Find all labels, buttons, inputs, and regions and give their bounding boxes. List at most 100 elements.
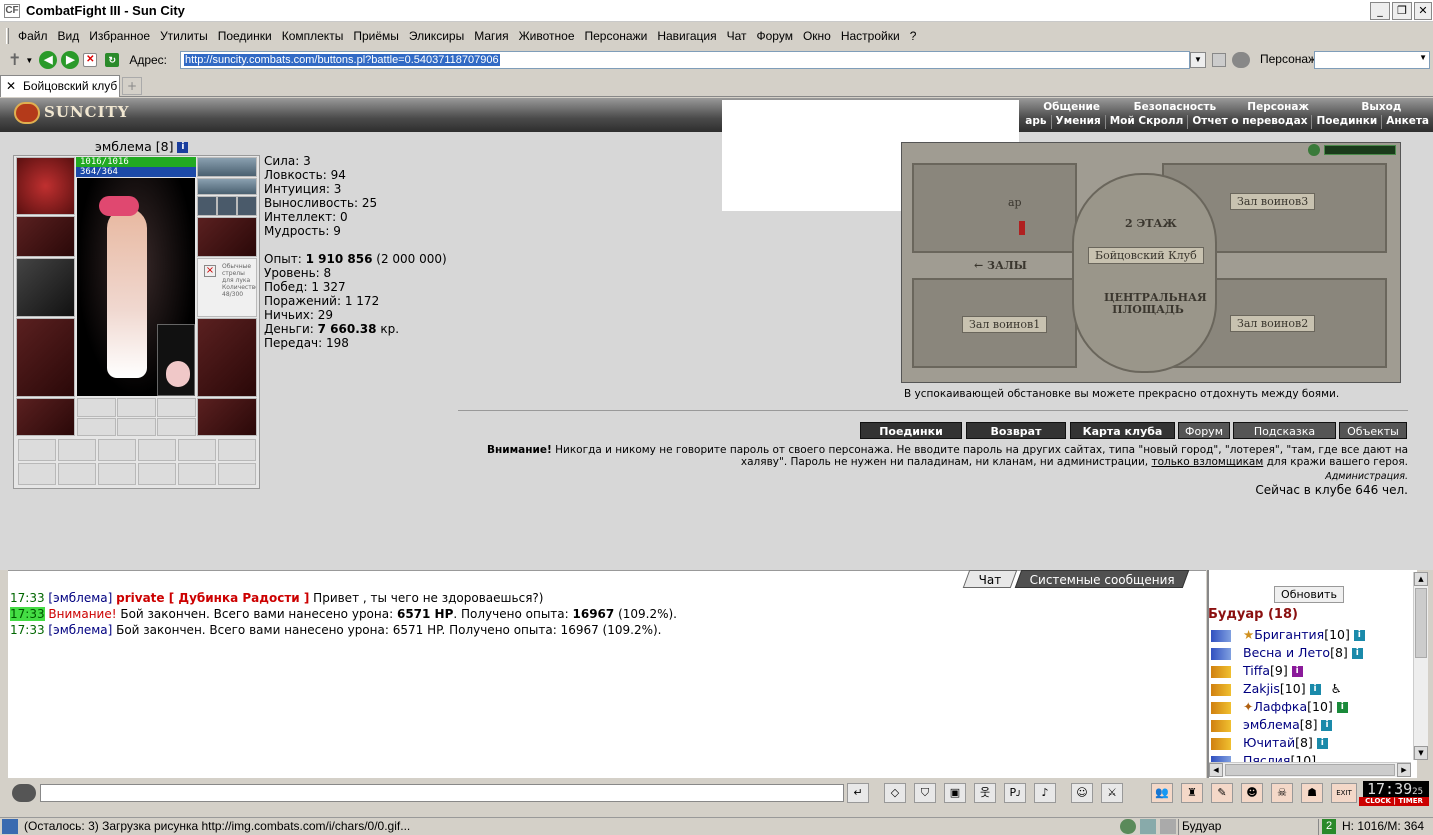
sound-icon[interactable]: ♪ (1034, 783, 1056, 803)
chat-input[interactable] (40, 784, 844, 802)
status-clock-icon[interactable] (1120, 819, 1136, 834)
skull-icon[interactable]: ☠ (1271, 783, 1293, 803)
map-refresh-icon[interactable] (1308, 144, 1320, 156)
user-item[interactable]: ✦Лаффка[10] i (1211, 699, 1348, 714)
user-item[interactable]: эмблема[8] i (1211, 717, 1333, 732)
scroll-slot-3[interactable] (98, 439, 136, 461)
forward-icon[interactable]: ▶ (61, 51, 80, 69)
minimize-button[interactable]: _ (1370, 2, 1390, 20)
nav-communication[interactable]: Общение (1020, 101, 1123, 115)
new-tab-button[interactable]: + (122, 77, 142, 95)
eraser-icon[interactable]: ◇ (884, 783, 906, 803)
user-item[interactable]: Пяслия[10] (1211, 753, 1316, 762)
belt-slot[interactable] (16, 398, 75, 436)
mask-icon[interactable]: ☻ (1241, 783, 1263, 803)
menu-settings[interactable]: Настройки (836, 29, 905, 43)
hackers-link[interactable]: только взломщикам (1151, 456, 1263, 468)
user-list-hscroll[interactable]: ◀ ▶ (1209, 762, 1411, 777)
nav-exit[interactable]: Выход (1330, 101, 1433, 115)
user-item[interactable]: ★Бригантия[10] i (1211, 627, 1365, 642)
duels-button[interactable]: Поединки (860, 422, 962, 439)
person-icon[interactable]: 웃 (974, 783, 996, 803)
menu-animal[interactable]: Животное (514, 29, 580, 43)
pet-slot[interactable] (157, 324, 195, 396)
arrows-slot[interactable]: × Обычные стрелы для лука Количество: 48… (197, 258, 257, 317)
chat-nick[interactable]: [эмблема] (48, 591, 112, 605)
user-info-icon[interactable]: i (1351, 648, 1363, 659)
spell-slot-5[interactable] (117, 418, 156, 436)
spell-slot-6[interactable] (157, 418, 196, 436)
menu-duels[interactable]: Поединки (213, 29, 277, 43)
chat-nick[interactable]: [эмблема] (48, 623, 112, 637)
scroll-slot-2[interactable] (58, 439, 96, 461)
clock-timer-label[interactable]: CLOCK | TIMER (1359, 797, 1429, 806)
tab-chat[interactable]: Чат (962, 570, 1018, 588)
nav-security[interactable]: Безопасность (1123, 101, 1226, 115)
scroll-down-icon[interactable]: ▼ (1414, 746, 1428, 760)
user-info-icon[interactable]: i (1316, 738, 1328, 749)
subnav-transfers[interactable]: Отчет о переводах (1187, 115, 1311, 129)
menu-elixirs[interactable]: Эликсиры (404, 29, 469, 43)
subnav-profile[interactable]: Анкета (1381, 115, 1433, 129)
spell-slot-3[interactable] (157, 398, 196, 417)
subnav-skills[interactable]: Умения (1050, 115, 1105, 129)
club-map-button[interactable]: Карта клуба (1070, 422, 1175, 439)
user-info-icon[interactable]: i (1309, 684, 1321, 695)
menu-file[interactable]: Файл (13, 29, 53, 43)
tab-system-messages[interactable]: Системные сообщения (1014, 570, 1190, 588)
helmet-slot[interactable] (16, 157, 75, 215)
map-room-top-left[interactable] (912, 163, 1077, 253)
scroll-slot-6[interactable] (218, 439, 256, 461)
maximize-button[interactable]: ❐ (1392, 2, 1412, 20)
bag-icon[interactable]: ♜ (1181, 783, 1203, 803)
spell-slot-2[interactable] (117, 398, 156, 417)
nav-character[interactable]: Персонаж (1227, 101, 1330, 115)
close-button[interactable]: ✕ (1414, 2, 1432, 20)
pin-icon[interactable]: ✝ (8, 50, 21, 70)
friends-icon[interactable]: ☗ (1301, 783, 1323, 803)
objects-button[interactable]: Объекты (1339, 422, 1407, 439)
user-info-icon[interactable]: i (1291, 666, 1303, 677)
user-item[interactable]: Весна и Лето[8] i (1211, 645, 1363, 660)
scroll-icon[interactable]: ✎ (1211, 783, 1233, 803)
menu-magic[interactable]: Магия (469, 29, 513, 43)
scroll-slot-4[interactable] (138, 439, 176, 461)
menu-favorites[interactable]: Избранное (84, 29, 155, 43)
refresh-button[interactable]: Обновить (1274, 586, 1344, 603)
menu-utilities[interactable]: Утилиты (155, 29, 213, 43)
spell-slot-4[interactable] (77, 418, 116, 436)
scroll-slot-7[interactable] (18, 463, 56, 485)
menu-view[interactable]: Вид (53, 29, 85, 43)
user-item[interactable]: Tiffa[9] i (1211, 663, 1303, 678)
filter-icon[interactable]: ⛉ (914, 783, 936, 803)
menu-window[interactable]: Окно (798, 29, 836, 43)
user-info-icon[interactable]: i (1353, 630, 1365, 641)
group-icon[interactable]: 👥 (1151, 783, 1173, 803)
map-halls-label[interactable]: ← ЗАЛЫ (968, 258, 1033, 273)
translit-icon[interactable]: Pᴊ (1004, 783, 1026, 803)
persona-select[interactable]: ▼ (1314, 51, 1430, 69)
amulet-slot[interactable] (197, 178, 257, 195)
scroll-slot-5[interactable] (178, 439, 216, 461)
status-doc-icon[interactable] (1160, 819, 1176, 834)
scroll-up-icon[interactable]: ▲ (1414, 572, 1428, 586)
user-info-icon[interactable]: i (1321, 720, 1333, 731)
save-log-icon[interactable]: ▣ (944, 783, 966, 803)
menu-sets[interactable]: Комплекты (277, 29, 349, 43)
send-icon[interactable]: ↵ (847, 783, 869, 803)
address-dropdown-icon[interactable]: ▼ (1190, 52, 1206, 68)
ring-slot-3[interactable] (237, 196, 257, 216)
boots-slot[interactable] (197, 398, 257, 436)
scroll-slot-11[interactable] (178, 463, 216, 485)
info-icon[interactable]: i (177, 142, 189, 153)
user-item[interactable]: Zakjis[10] i ♿ (1211, 681, 1342, 696)
status-window-icon[interactable] (1140, 819, 1156, 834)
map-hall2-label[interactable]: Зал воинов2 (1230, 315, 1316, 332)
gloves-slot[interactable] (197, 217, 257, 257)
go-icon[interactable] (1212, 53, 1226, 67)
smiley-icon[interactable]: ☺ (1071, 783, 1093, 803)
map-center-label[interactable]: ЦЕНТРАЛЬНАЯ ПЛОЩАДЬ (1098, 291, 1207, 317)
back-icon[interactable]: ◀ (39, 51, 58, 69)
subnav-inventory[interactable]: арь (1021, 115, 1050, 129)
users-icon[interactable] (1232, 52, 1250, 68)
